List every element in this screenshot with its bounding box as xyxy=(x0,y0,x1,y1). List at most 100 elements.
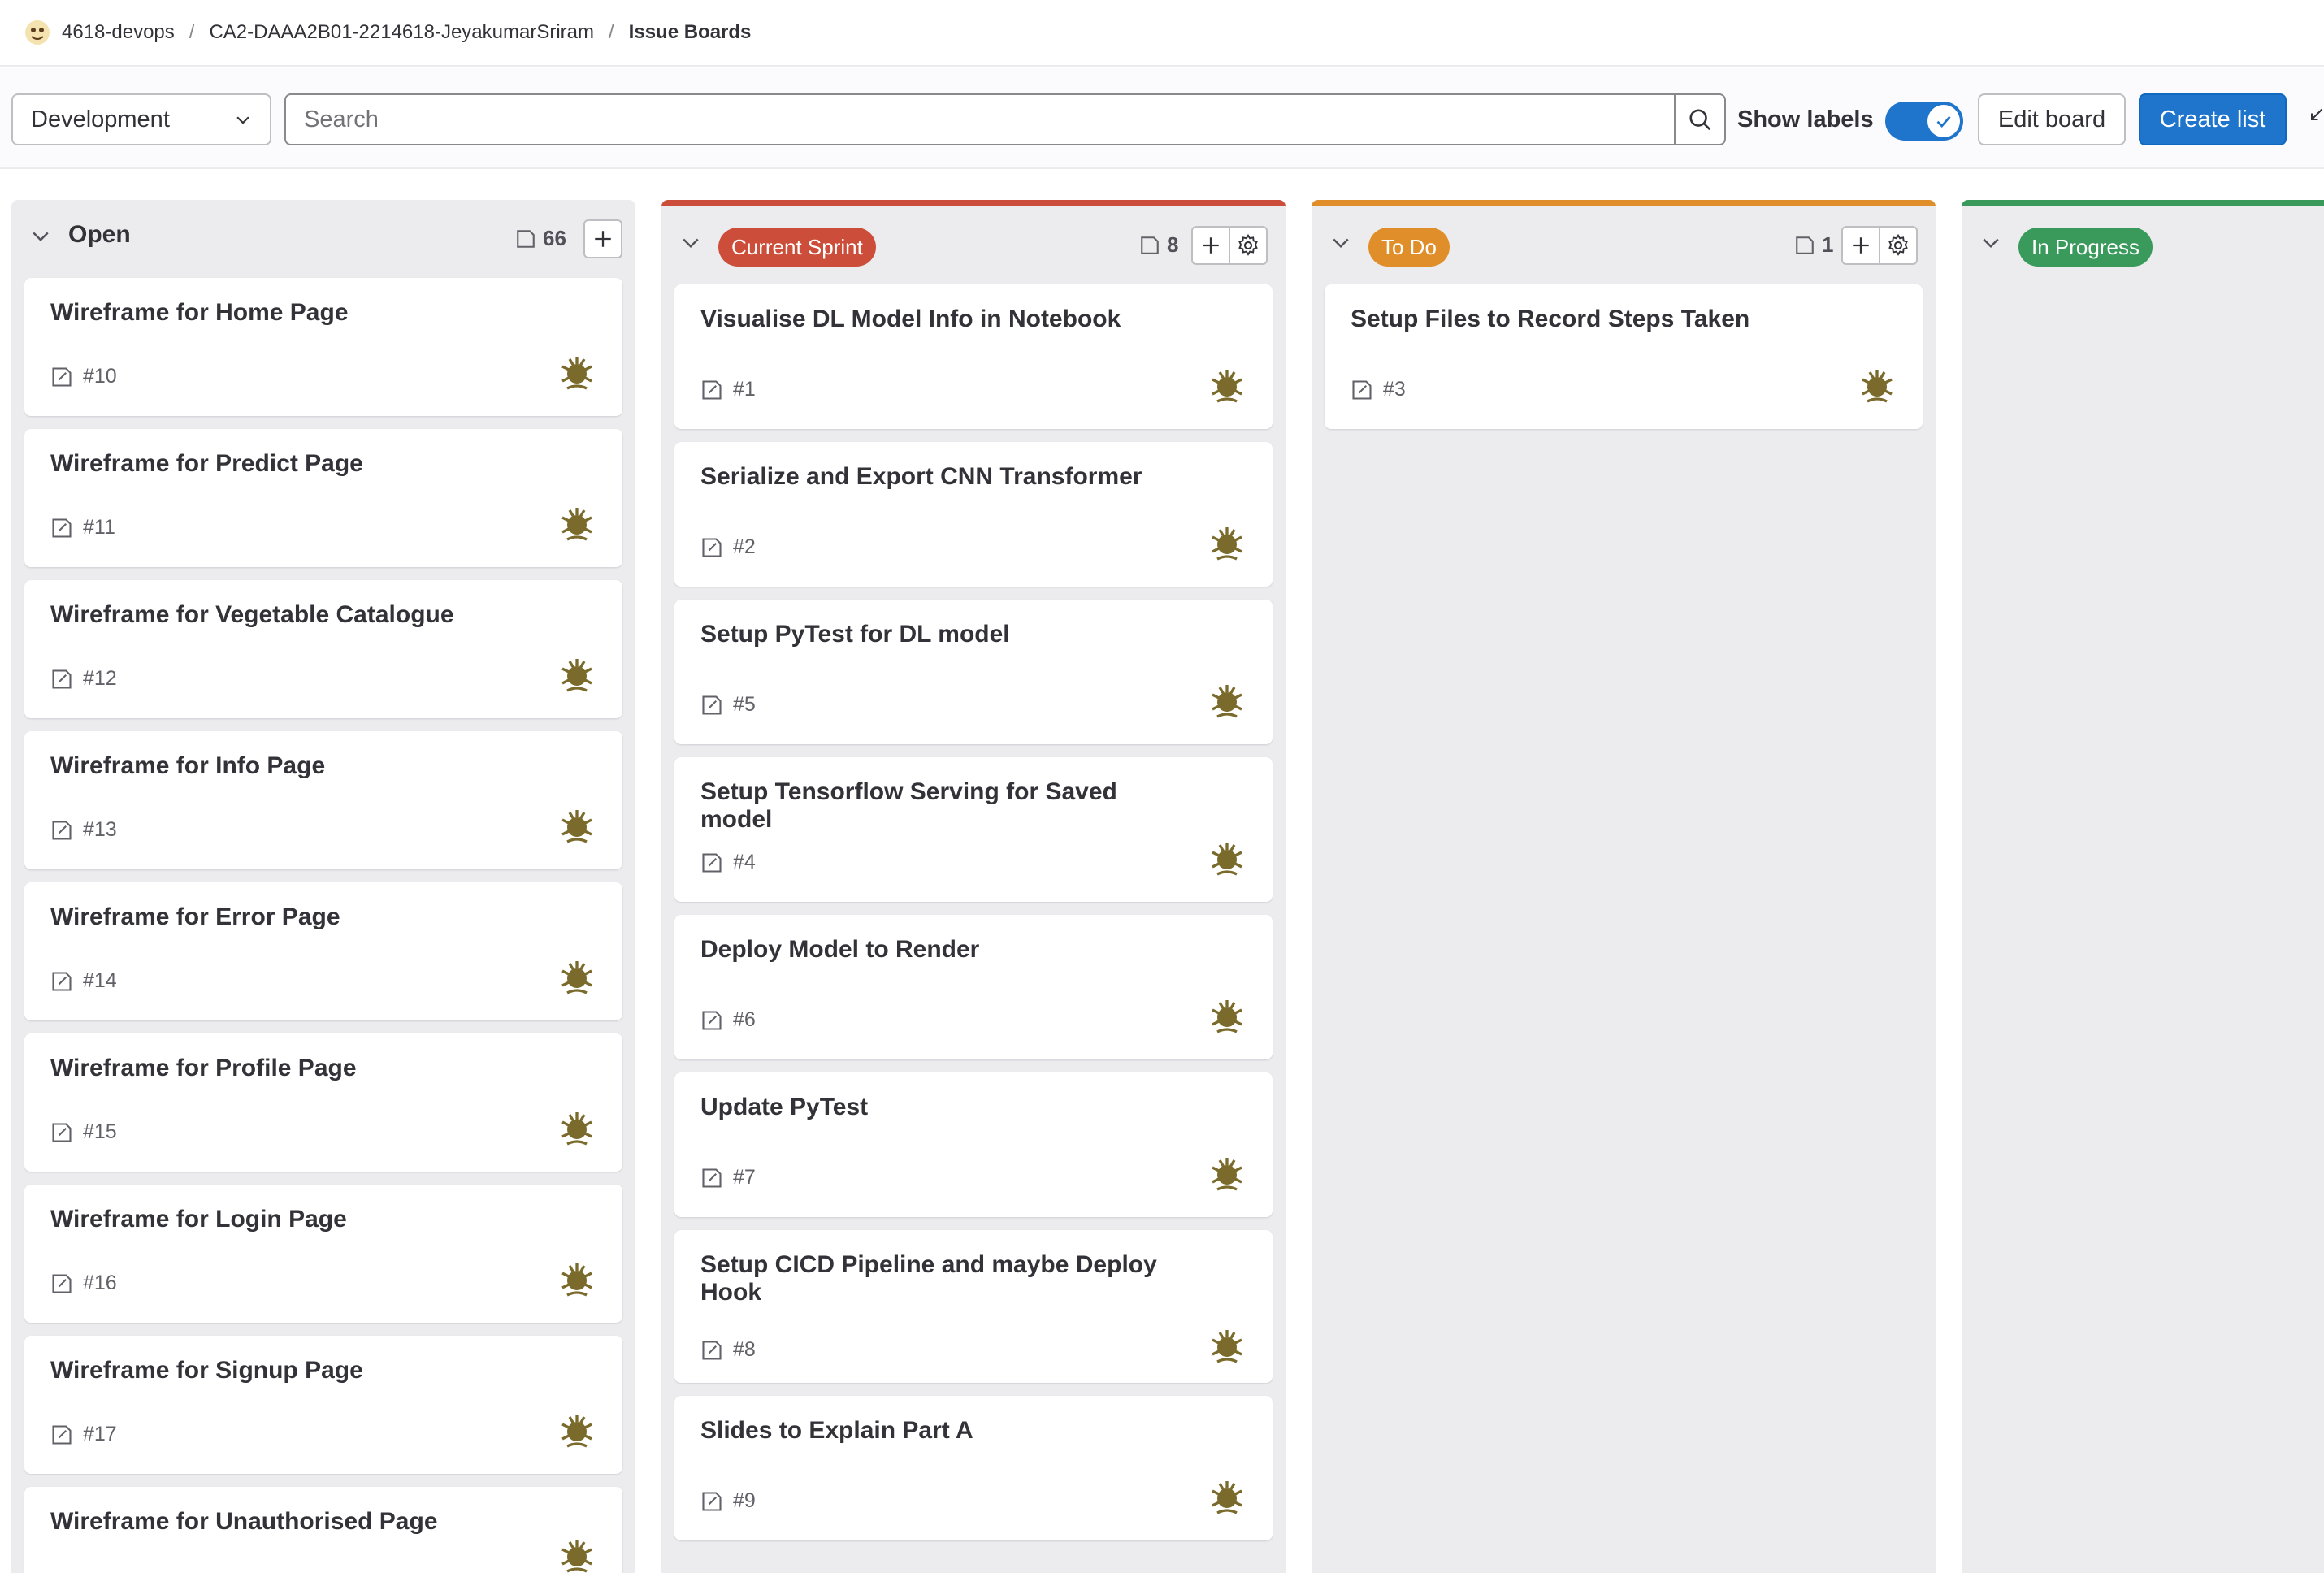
assignee-avatar-icon[interactable] xyxy=(557,505,596,544)
issue-card[interactable]: Wireframe for Unauthorised Page xyxy=(24,1487,622,1573)
board-list-to-do: To Do 1 Setup Files to Record Steps Take… xyxy=(1312,200,1936,1573)
issue-card[interactable]: Wireframe for Predict Page #11 xyxy=(24,429,622,567)
issue-card[interactable]: Wireframe for Login Page #16 xyxy=(24,1185,622,1323)
assignee-avatar-icon[interactable] xyxy=(1208,1328,1247,1367)
issue-card[interactable]: Setup CICD Pipeline and maybe Deploy Hoo… xyxy=(674,1230,1273,1383)
issue-card[interactable]: Update PyTest #7 xyxy=(674,1072,1273,1217)
assignee-avatar-icon[interactable] xyxy=(1208,525,1247,564)
collapse-icon[interactable] xyxy=(2308,107,2324,124)
issue-card[interactable]: Wireframe for Info Page #13 xyxy=(24,731,622,869)
issue-title[interactable]: Wireframe for Info Page xyxy=(50,752,525,780)
assignee-avatar-icon[interactable] xyxy=(557,959,596,998)
issue-title[interactable]: Setup PyTest for DL model xyxy=(700,621,1175,648)
issue-meta: #14 xyxy=(50,969,117,993)
issue-count: 66 xyxy=(515,226,566,251)
issue-count-value: 1 xyxy=(1822,232,1834,257)
assignee-avatar-icon[interactable] xyxy=(1208,998,1247,1037)
issue-meta: #13 xyxy=(50,818,117,842)
assignee-avatar-icon[interactable] xyxy=(557,354,596,393)
issue-title[interactable]: Setup CICD Pipeline and maybe Deploy Hoo… xyxy=(700,1251,1175,1306)
issue-card[interactable]: Deploy Model to Render #6 xyxy=(674,915,1273,1060)
chevron-down-icon[interactable] xyxy=(1329,231,1352,254)
assignee-avatar-icon[interactable] xyxy=(557,1537,596,1573)
assignee-avatar-icon[interactable] xyxy=(1208,1479,1247,1518)
issue-title[interactable]: Wireframe for Vegetable Catalogue xyxy=(50,601,525,629)
issue-reference: #10 xyxy=(83,365,117,388)
chevron-down-icon[interactable] xyxy=(29,224,52,247)
plus-icon xyxy=(595,231,611,247)
breadcrumb-group-link[interactable]: 4618-devops xyxy=(62,21,175,44)
assignee-avatar-icon[interactable] xyxy=(1208,367,1247,406)
issue-title[interactable]: Setup Tensorflow Serving for Saved model xyxy=(700,778,1175,834)
issue-card[interactable]: Setup Tensorflow Serving for Saved model… xyxy=(674,757,1273,902)
list-header: To Do 1 xyxy=(1312,206,1936,284)
issue-title[interactable]: Slides to Explain Part A xyxy=(700,1417,1175,1445)
new-issue-button[interactable] xyxy=(583,219,622,258)
assignee-avatar-icon[interactable] xyxy=(557,1110,596,1149)
issue-title[interactable]: Wireframe for Signup Page xyxy=(50,1357,525,1384)
issue-title[interactable]: Serialize and Export CNN Transformer xyxy=(700,463,1175,491)
assignee-avatar-icon[interactable] xyxy=(557,656,596,696)
assignee-avatar-icon[interactable] xyxy=(1208,682,1247,722)
assignee-avatar-icon[interactable] xyxy=(1208,1155,1247,1194)
issue-reference: #15 xyxy=(83,1120,117,1143)
issue-card[interactable]: Slides to Explain Part A #9 xyxy=(674,1396,1273,1540)
list-settings-button[interactable] xyxy=(1229,226,1268,265)
issue-meta: #6 xyxy=(700,1008,756,1032)
issue-title[interactable]: Wireframe for Error Page xyxy=(50,904,525,931)
search-button[interactable] xyxy=(1674,93,1726,145)
chevron-down-icon[interactable] xyxy=(679,231,702,254)
issue-meta: #2 xyxy=(700,535,756,559)
new-issue-button[interactable] xyxy=(1841,226,1880,265)
issues-icon xyxy=(517,229,535,248)
assignee-avatar-icon[interactable] xyxy=(557,1412,596,1451)
issue-title[interactable]: Setup Files to Record Steps Taken xyxy=(1351,306,1825,333)
issue-type-icon xyxy=(702,695,722,715)
issue-title[interactable]: Wireframe for Profile Page xyxy=(50,1055,525,1082)
issue-reference: #17 xyxy=(83,1423,117,1445)
breadcrumb-project-link[interactable]: CA2-DAAA2B01-2214618-JeyakumarSriram xyxy=(209,21,594,44)
issue-reference: #7 xyxy=(733,1166,756,1189)
issue-card[interactable]: Serialize and Export CNN Transformer #2 xyxy=(674,442,1273,587)
issue-card[interactable]: Wireframe for Vegetable Catalogue #12 xyxy=(24,580,622,718)
list-header: Current Sprint 8 xyxy=(661,206,1286,284)
issue-card[interactable]: Wireframe for Signup Page #17 xyxy=(24,1336,622,1474)
assignee-avatar-icon[interactable] xyxy=(557,808,596,847)
assignee-avatar-icon[interactable] xyxy=(557,1261,596,1300)
group-avatar-icon[interactable] xyxy=(24,20,50,46)
edit-board-button[interactable]: Edit board xyxy=(1978,93,2126,145)
breadcrumb-separator: / xyxy=(609,21,614,43)
issue-title[interactable]: Wireframe for Home Page xyxy=(50,299,525,327)
label-badge[interactable]: To Do xyxy=(1368,228,1450,266)
issue-title[interactable]: Wireframe for Unauthorised Page xyxy=(50,1508,525,1536)
search-input[interactable]: Search xyxy=(284,93,1676,145)
assignee-avatar-icon[interactable] xyxy=(1208,840,1247,879)
issue-title[interactable]: Visualise DL Model Info in Notebook xyxy=(700,306,1175,333)
label-badge[interactable]: Current Sprint xyxy=(718,228,876,266)
breadcrumb-current[interactable]: Issue Boards xyxy=(629,21,752,44)
new-issue-button[interactable] xyxy=(1191,226,1230,265)
list-title: Open xyxy=(68,221,131,248)
label-badge[interactable]: In Progress xyxy=(2018,228,2153,266)
issue-title[interactable]: Wireframe for Predict Page xyxy=(50,450,525,478)
create-list-button[interactable]: Create list xyxy=(2139,93,2287,145)
assignee-avatar-icon[interactable] xyxy=(1858,367,1897,406)
issue-card[interactable]: Setup PyTest for DL model #5 xyxy=(674,600,1273,744)
issue-card[interactable]: Wireframe for Home Page #10 xyxy=(24,278,622,416)
issue-title[interactable]: Deploy Model to Render xyxy=(700,936,1175,964)
issue-reference: #8 xyxy=(733,1338,756,1361)
issue-meta: #15 xyxy=(50,1120,117,1144)
issue-title[interactable]: Wireframe for Login Page xyxy=(50,1206,525,1233)
issue-card[interactable]: Visualise DL Model Info in Notebook #1 xyxy=(674,284,1273,429)
issue-type-icon xyxy=(702,1010,722,1030)
chevron-down-icon[interactable] xyxy=(1979,231,2002,254)
issue-title[interactable]: Update PyTest xyxy=(700,1094,1175,1121)
issue-type-icon xyxy=(702,537,722,557)
board-switcher-dropdown[interactable]: Development xyxy=(11,93,271,145)
issue-card[interactable]: Wireframe for Profile Page #15 xyxy=(24,1034,622,1172)
issue-meta: #3 xyxy=(1351,378,1406,401)
issue-card[interactable]: Wireframe for Error Page #14 xyxy=(24,882,622,1020)
list-settings-button[interactable] xyxy=(1879,226,1918,265)
show-labels-toggle[interactable] xyxy=(1885,102,1963,141)
issue-card[interactable]: Setup Files to Record Steps Taken #3 xyxy=(1325,284,1923,429)
